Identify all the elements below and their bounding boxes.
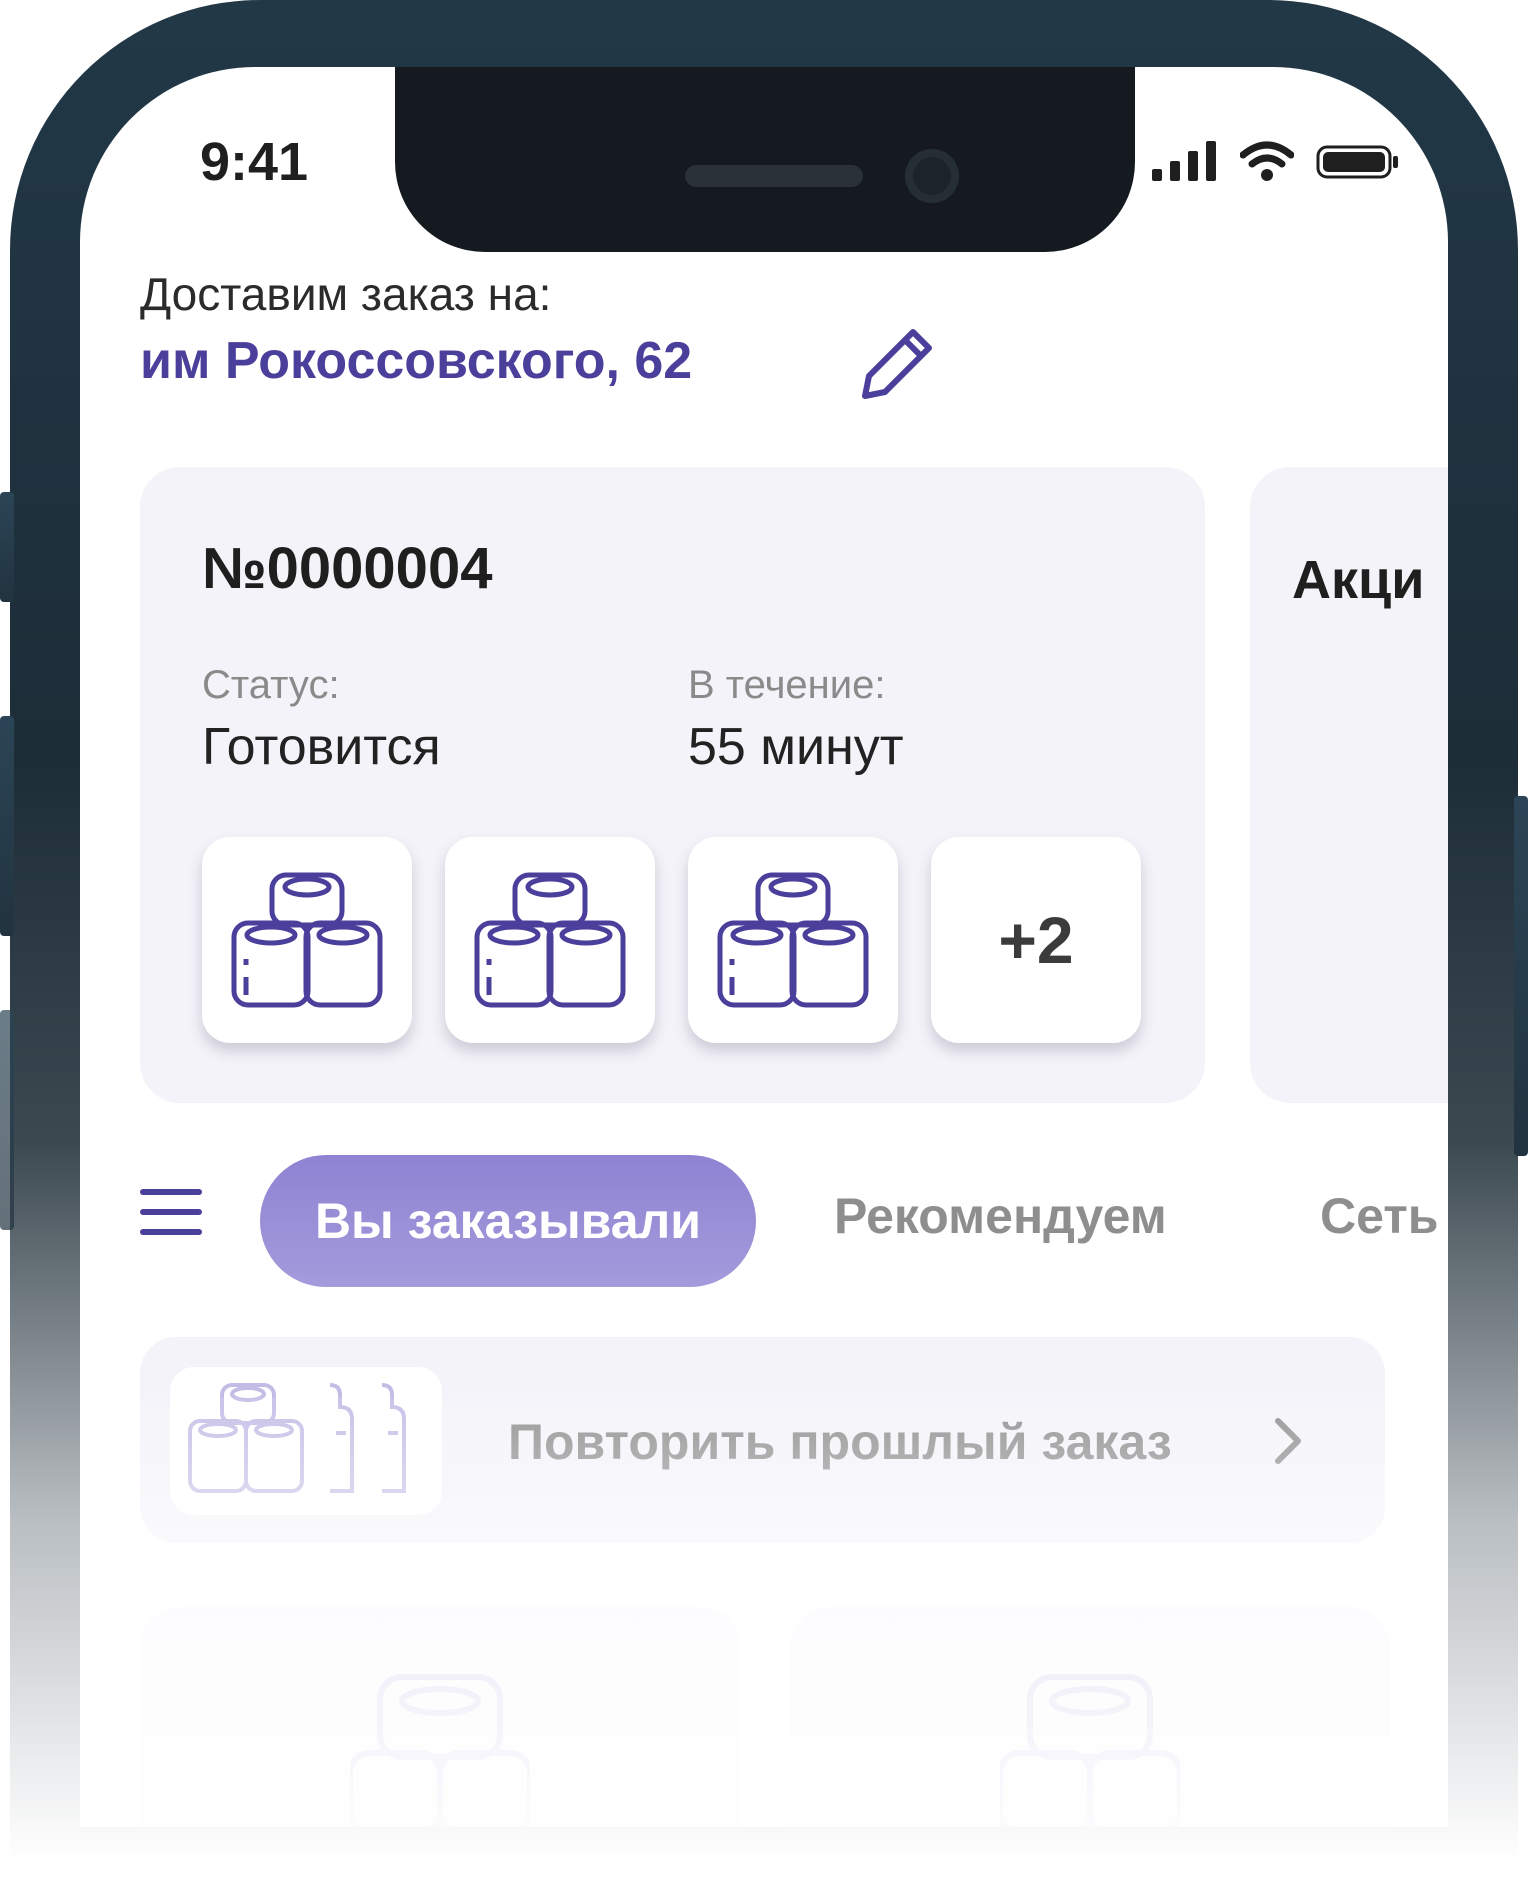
speaker-grille: [685, 165, 863, 187]
order-item-thumbnail[interactable]: [202, 837, 412, 1043]
toilet-paper-icon: [1000, 1674, 1180, 1827]
hamburger-menu-icon[interactable]: [140, 1187, 204, 1237]
more-items-count: +2: [998, 903, 1074, 977]
promo-card[interactable]: Акци: [1250, 467, 1448, 1103]
product-card[interactable]: [140, 1607, 740, 1827]
phone-volume-button: [0, 716, 14, 936]
phone-notch: [395, 67, 1135, 252]
front-camera: [905, 149, 959, 203]
order-status-value: Готовится: [202, 718, 441, 776]
pencil-icon[interactable]: [855, 320, 941, 406]
toilet-paper-icon: [350, 1674, 530, 1827]
tab-recommended[interactable]: Рекомендуем: [834, 1187, 1167, 1245]
battery-icon: [1316, 145, 1398, 179]
phone-screen: 9:41 Доставим заказ на: им Рокоссовского…: [80, 67, 1448, 1827]
tab-ordered[interactable]: Вы заказывали: [260, 1155, 756, 1287]
order-item-thumbnail[interactable]: [688, 837, 898, 1043]
phone-side-button: [0, 492, 14, 602]
promo-title: Акци: [1292, 550, 1425, 610]
chevron-right-icon: [1275, 1418, 1301, 1464]
toilet-paper-icon: [231, 872, 383, 1008]
app-content: 9:41 Доставим заказ на: им Рокоссовского…: [80, 67, 1448, 1827]
more-items-badge[interactable]: +2: [931, 837, 1141, 1043]
toilet-paper-icon: [188, 1383, 406, 1493]
order-number: №0000004: [202, 536, 493, 601]
tab-chains[interactable]: Сеть: [1320, 1187, 1438, 1245]
repeat-order-card[interactable]: Повторить прошлый заказ: [140, 1337, 1385, 1543]
current-order-card[interactable]: №0000004 Статус: Готовится В течение: 55…: [140, 467, 1205, 1103]
delivery-label: Доставим заказ на:: [140, 268, 552, 320]
order-status-label: Статус:: [202, 663, 340, 707]
order-eta-label: В течение:: [688, 663, 886, 707]
order-eta-value: 55 минут: [688, 718, 904, 776]
toilet-paper-icon: [474, 872, 626, 1008]
phone-power-button: [1514, 796, 1528, 1156]
phone-volume-button: [0, 1010, 14, 1230]
wifi-icon: [1240, 141, 1294, 181]
repeat-order-thumbnail: [170, 1367, 442, 1515]
status-icons: [1152, 131, 1400, 191]
repeat-order-label: Повторить прошлый заказ: [508, 1414, 1172, 1470]
delivery-address[interactable]: им Рокоссовского, 62: [140, 331, 692, 391]
order-item-thumbnail[interactable]: [445, 837, 655, 1043]
cellular-signal-icon: [1152, 141, 1216, 181]
toilet-paper-icon: [717, 872, 869, 1008]
status-time: 9:41: [200, 132, 309, 192]
product-card[interactable]: [790, 1607, 1390, 1827]
